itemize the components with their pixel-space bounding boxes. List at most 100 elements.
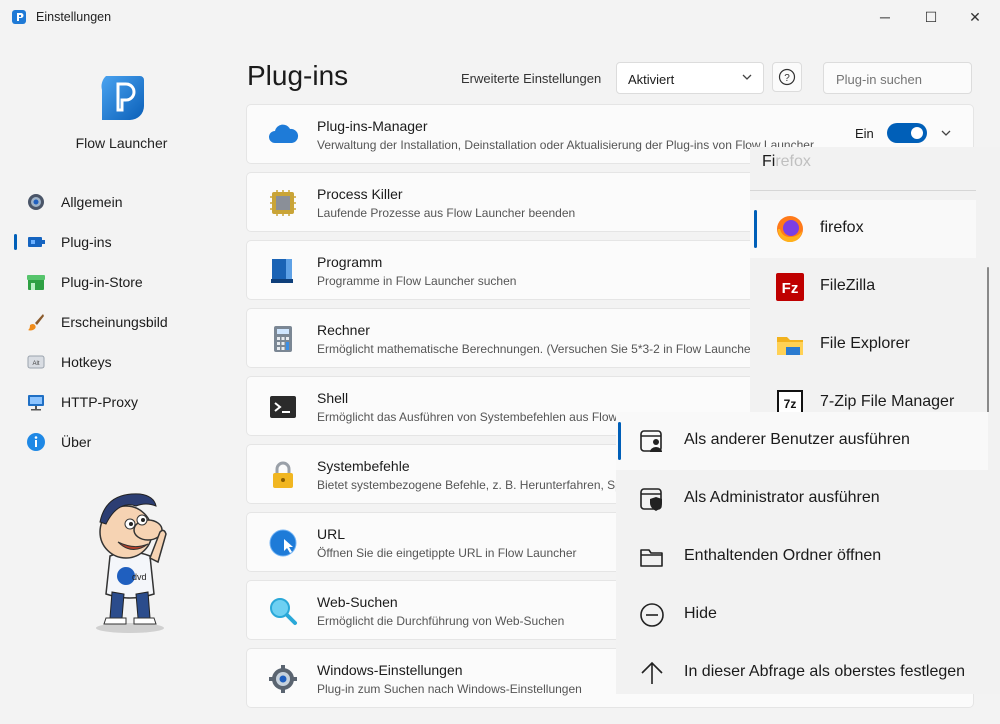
store-icon (26, 272, 46, 292)
sidebar-item-erscheinungsbild[interactable]: Erscheinungsbild (14, 302, 229, 342)
plugin-description: Laufende Prozesse aus Flow Launcher been… (317, 206, 576, 220)
folder-outline-icon (638, 543, 666, 571)
query-typed-text: Fi (762, 153, 776, 170)
mascot-illustration: dvd (96, 493, 167, 633)
terminal-icon (267, 391, 299, 423)
mascot-text: dvd (132, 572, 147, 582)
result-label: File Explorer (820, 335, 910, 352)
context-menu-item[interactable]: Enthaltenden Ordner öffnen (616, 528, 988, 586)
help-icon: ? (778, 68, 796, 86)
calculator-icon (267, 323, 299, 355)
lock-icon (267, 459, 299, 491)
divider (750, 190, 976, 191)
minimize-button[interactable]: ─ (862, 0, 908, 34)
plugin-name: Programm (317, 254, 383, 270)
plugin-description: Ermöglicht mathematische Berechnungen. (… (317, 342, 759, 356)
monitor-network-icon (26, 392, 46, 412)
launcher-result[interactable]: Fz FileZilla (750, 258, 976, 316)
plugin-search-box[interactable] (823, 62, 972, 95)
plugin-description: Programme in Flow Launcher suchen (317, 274, 517, 288)
plugin-description: Öffnen Sie die eingetippte URL in Flow L… (317, 546, 577, 560)
help-button[interactable]: ? (772, 62, 802, 92)
plugin-description: Ermöglicht die Durchführung von Web-Such… (317, 614, 565, 628)
brush-icon (26, 312, 46, 332)
minimize-icon: ─ (880, 9, 890, 25)
maximize-button[interactable]: ☐ (908, 0, 954, 34)
flow-launcher-icon (12, 10, 26, 24)
sidebar-item-label: Plug-in-Store (61, 274, 143, 290)
close-button[interactable]: ✕ (952, 0, 998, 34)
advanced-settings-label: Erweiterte Einstellungen (461, 71, 602, 86)
sidebar-item-label: Über (61, 434, 92, 450)
windows-settings-icon (267, 663, 299, 695)
user-window-icon (638, 427, 666, 455)
plugin-name: Shell (317, 390, 349, 406)
flow-launcher-logo (101, 76, 144, 120)
plugin-name: Web-Suchen (317, 594, 398, 610)
sidebar-item-http-proxy[interactable]: HTTP-Proxy (14, 382, 229, 422)
launcher-result[interactable]: firefox (750, 200, 976, 258)
toggle-knob (911, 127, 923, 139)
sidebar-item-allgemein[interactable]: Allgemein (14, 182, 229, 222)
alt-key-text: Alt (32, 361, 39, 367)
context-menu-label: In dieser Abfrage als oberstes festlegen (684, 663, 966, 680)
context-menu-item[interactable]: Als anderer Benutzer ausführen (616, 412, 988, 470)
launcher-result[interactable]: 7z 7-Zip File Manager (750, 374, 976, 417)
settings-window: Einstellungen ─ ☐ ✕ Flow Launcher Allgem… (0, 0, 1000, 724)
chevron-down-icon[interactable] (940, 127, 952, 139)
window-title: Einstellungen (36, 10, 112, 24)
minus-circle-icon (638, 601, 666, 629)
plugin-search-input[interactable] (834, 63, 968, 95)
filezilla-glyph: Fz (782, 280, 799, 297)
sidebar-item-plug-in-store[interactable]: Plug-in-Store (14, 262, 229, 302)
filezilla-icon: Fz (774, 271, 806, 303)
info-icon (26, 432, 46, 452)
cloud-icon (267, 119, 299, 151)
flow-launcher-popup: Firefox firefox Fz FileZilla File Explor… (750, 147, 1000, 417)
result-label: firefox (820, 219, 864, 236)
query-suggestion-text: refox (775, 153, 811, 170)
context-menu-label: Enthaltenden Ordner öffnen (684, 547, 882, 564)
context-menu-label: Als Administrator ausführen (684, 489, 880, 506)
chevron-down-icon (742, 74, 752, 80)
gear-icon (26, 192, 46, 212)
sidebar-item-plug-ins[interactable]: Plug-ins (14, 222, 229, 262)
sidebar: Flow Launcher Allgemein Plug-ins Plug-in… (0, 34, 243, 724)
sidebar-item-label: Erscheinungsbild (61, 314, 168, 330)
launcher-scrollbar[interactable] (987, 267, 989, 417)
shield-window-icon (638, 485, 666, 513)
sidebar-nav: Allgemein Plug-ins Plug-in-Store Erschei… (14, 182, 229, 462)
plugin-name: Process Killer (317, 186, 403, 202)
sidebar-item-label: Hotkeys (61, 354, 112, 370)
context-menu-label: Als anderer Benutzer ausführen (684, 431, 910, 448)
sevenzip-glyph: 7z (784, 397, 797, 411)
context-menu-label: Hide (684, 605, 717, 622)
plugin-description: Plug-in zum Suchen nach Windows-Einstell… (317, 682, 582, 696)
folder-icon (774, 329, 806, 361)
context-menu-item[interactable]: Als Administrator ausführen (616, 470, 988, 528)
advanced-settings-select[interactable]: Aktiviert (616, 62, 764, 94)
launcher-result[interactable]: File Explorer (750, 316, 976, 374)
sidebar-item-label: Allgemein (61, 194, 123, 210)
plugin-description: Verwaltung der Installation, Deinstallat… (317, 138, 814, 152)
plugin-description: Bietet systembezogene Befehle, z. B. Her… (317, 478, 650, 492)
result-label: FileZilla (820, 277, 876, 294)
maximize-icon: ☐ (924, 8, 938, 25)
close-icon: ✕ (969, 8, 981, 25)
context-menu-item[interactable]: Hide (616, 586, 988, 644)
title-bar[interactable]: Einstellungen ─ ☐ ✕ (0, 0, 1000, 34)
plugin-name: Plug-ins-Manager (317, 118, 428, 134)
plugin-name: Windows-Einstellungen (317, 662, 463, 678)
web-search-icon (267, 595, 299, 627)
context-menu-item[interactable]: In dieser Abfrage als oberstes festlegen (616, 644, 988, 702)
plugin-enable-toggle[interactable] (887, 123, 927, 143)
sidebar-item-label: Plug-ins (61, 234, 112, 250)
launcher-query-input[interactable]: Firefox (762, 153, 811, 171)
sidebar-item-hotkeys[interactable]: Alt Hotkeys (14, 342, 229, 382)
advanced-settings-value: Aktiviert (628, 72, 675, 87)
plugin-name: Rechner (317, 322, 370, 338)
url-icon (267, 527, 299, 559)
help-symbol: ? (784, 73, 790, 84)
arrow-up-icon (638, 659, 666, 687)
sidebar-item-ueber[interactable]: Über (14, 422, 229, 462)
